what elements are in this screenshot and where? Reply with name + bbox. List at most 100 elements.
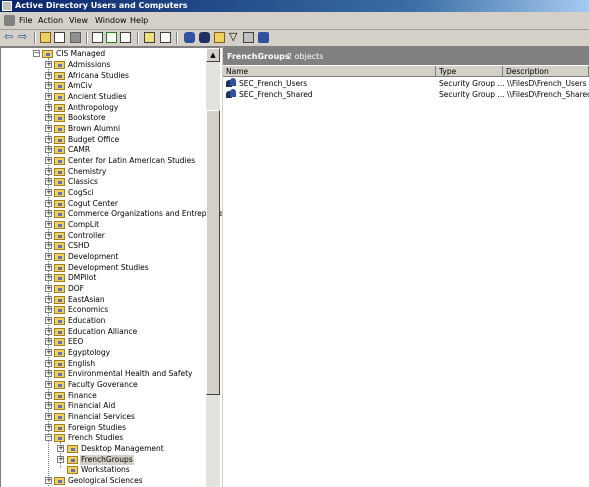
menu-view[interactable]: View	[69, 16, 88, 26]
tree-item[interactable]: + Financial Aid	[1, 401, 206, 411]
refresh-icon[interactable]	[106, 32, 117, 43]
scrollbar-thumb[interactable]	[206, 110, 220, 395]
tree-item[interactable]: + DOF	[1, 284, 206, 294]
tree-item-cis-managed[interactable]: − CIS Managed	[1, 49, 206, 59]
tree-item[interactable]: + Ancient Studies	[1, 92, 206, 102]
tree-item[interactable]: + Development Studies	[1, 263, 206, 273]
expand-icon[interactable]: +	[45, 327, 52, 335]
tree-item[interactable]: + DMPilot	[1, 273, 206, 283]
expand-icon[interactable]: +	[45, 210, 52, 218]
expand-icon[interactable]: +	[45, 477, 52, 485]
tree-item[interactable]: + Finance	[1, 391, 206, 401]
tree-item[interactable]: + Education Alliance	[1, 327, 206, 337]
expand-icon[interactable]: +	[45, 231, 52, 239]
expand-icon[interactable]: +	[45, 295, 52, 303]
tree-item[interactable]: + CogSci	[1, 188, 206, 198]
collapse-icon[interactable]: −	[33, 50, 40, 57]
filter-icon[interactable]: ▽	[229, 31, 240, 43]
tree-item[interactable]: + CompLit	[1, 220, 206, 230]
tree-item[interactable]: + Classics	[1, 177, 206, 187]
expand-icon[interactable]: +	[45, 349, 52, 357]
expand-icon[interactable]: +	[45, 338, 52, 346]
menu-file[interactable]: File	[19, 16, 32, 26]
expand-icon[interactable]: +	[45, 263, 52, 271]
expand-icon[interactable]: +	[45, 253, 52, 261]
expand-icon[interactable]: +	[45, 82, 52, 90]
expand-icon[interactable]: +	[45, 285, 52, 293]
tree-item[interactable]: + Egyptology	[1, 348, 206, 358]
tree-item[interactable]: + Education	[1, 316, 206, 326]
expand-icon[interactable]: +	[45, 242, 52, 250]
tree-item[interactable]: + Admissions	[1, 60, 206, 70]
tree-item[interactable]: + Commerce Organizations and Entrepreneur…	[1, 209, 222, 219]
tree-item[interactable]: + Geological Sciences	[1, 476, 206, 486]
tree-item[interactable]: + Budget Office	[1, 135, 206, 145]
tree-item[interactable]: + CAMR	[1, 145, 206, 155]
add-to-group-icon[interactable]	[258, 32, 269, 43]
back-icon[interactable]: ⇦	[4, 31, 15, 43]
tree-item[interactable]: Workstations	[1, 465, 206, 475]
menu-action[interactable]: Action	[38, 16, 63, 26]
tree-item[interactable]: + English	[1, 359, 206, 369]
expand-icon[interactable]: +	[45, 413, 52, 421]
tree-item[interactable]: + Development	[1, 252, 206, 262]
tree-item[interactable]: + Anthropology	[1, 103, 206, 113]
find-icon[interactable]	[243, 32, 254, 43]
tree-item[interactable]: + Center for Latin American Studies	[1, 156, 206, 166]
list-item[interactable]: SEC_French_Shared Security Group ... \\F…	[223, 89, 589, 100]
list-item[interactable]: SEC_French_Users Security Group ... \\Fi…	[223, 78, 589, 89]
expand-icon[interactable]: +	[45, 146, 52, 154]
expand-icon[interactable]: +	[45, 189, 52, 197]
new-ou-icon[interactable]	[214, 32, 225, 43]
console-icon[interactable]	[4, 15, 15, 26]
properties-icon[interactable]	[92, 32, 103, 43]
tree-item[interactable]: + Economics	[1, 305, 206, 315]
tree-item-selected[interactable]: + FrenchGroups	[1, 454, 206, 465]
new-user-icon[interactable]	[184, 32, 195, 43]
menu-help[interactable]: Help	[130, 16, 148, 26]
delete-icon[interactable]	[70, 32, 81, 43]
console-tree[interactable]: − CIS Managed + Admissions + Africana Studies…	[0, 47, 222, 487]
expand-icon[interactable]: +	[45, 359, 52, 367]
expand-icon[interactable]: +	[45, 114, 52, 122]
expand-icon[interactable]: +	[45, 391, 52, 399]
expand-icon[interactable]: +	[45, 135, 52, 143]
help-icon[interactable]	[144, 32, 155, 43]
tree-item[interactable]: + Chemistry	[1, 167, 206, 177]
scroll-up-icon[interactable]: ▲	[206, 48, 220, 62]
tree-item[interactable]: + Controller	[1, 231, 206, 241]
expand-icon[interactable]: +	[45, 71, 52, 79]
expand-icon[interactable]: +	[45, 93, 52, 100]
export-icon[interactable]	[120, 32, 131, 43]
expand-icon[interactable]: +	[45, 199, 52, 207]
tree-item[interactable]: + Brown Alumni	[1, 124, 206, 134]
expand-icon[interactable]: +	[45, 370, 52, 378]
expand-icon[interactable]: +	[45, 306, 52, 314]
tree-item[interactable]: + Foreign Studies	[1, 423, 206, 433]
tree-item[interactable]: − French Studies	[1, 433, 206, 443]
tree-item[interactable]: + Bookstore	[1, 113, 206, 123]
expand-icon[interactable]: +	[45, 103, 52, 111]
tree-scrollbar[interactable]: ▲	[206, 48, 220, 487]
title-bar[interactable]: Active Directory Users and Computers	[0, 0, 589, 12]
tree-item[interactable]: + EastAsian	[1, 295, 206, 305]
tree-item[interactable]: + Faculty Goverance	[1, 380, 206, 390]
column-name[interactable]: Name	[223, 66, 436, 77]
column-type[interactable]: Type	[436, 66, 503, 77]
new-group-icon[interactable]	[199, 32, 210, 43]
expand-icon[interactable]: +	[45, 61, 52, 68]
expand-icon[interactable]: +	[57, 445, 64, 453]
tree-item[interactable]: + Financial Services	[1, 412, 206, 422]
expand-icon[interactable]: +	[45, 381, 52, 389]
up-icon[interactable]	[40, 32, 51, 43]
expand-icon[interactable]: +	[57, 455, 64, 463]
tree-item[interactable]: + Cogut Center	[1, 199, 206, 209]
view-icon[interactable]	[160, 32, 171, 43]
expand-icon[interactable]: +	[45, 274, 52, 282]
tree-item[interactable]: + Africana Studies	[1, 71, 206, 81]
expand-icon[interactable]: +	[45, 167, 52, 175]
forward-icon[interactable]: ⇨	[18, 31, 29, 43]
expand-icon[interactable]: +	[45, 178, 52, 186]
expand-icon[interactable]: +	[45, 402, 52, 410]
tree-item[interactable]: + EEO	[1, 337, 206, 347]
